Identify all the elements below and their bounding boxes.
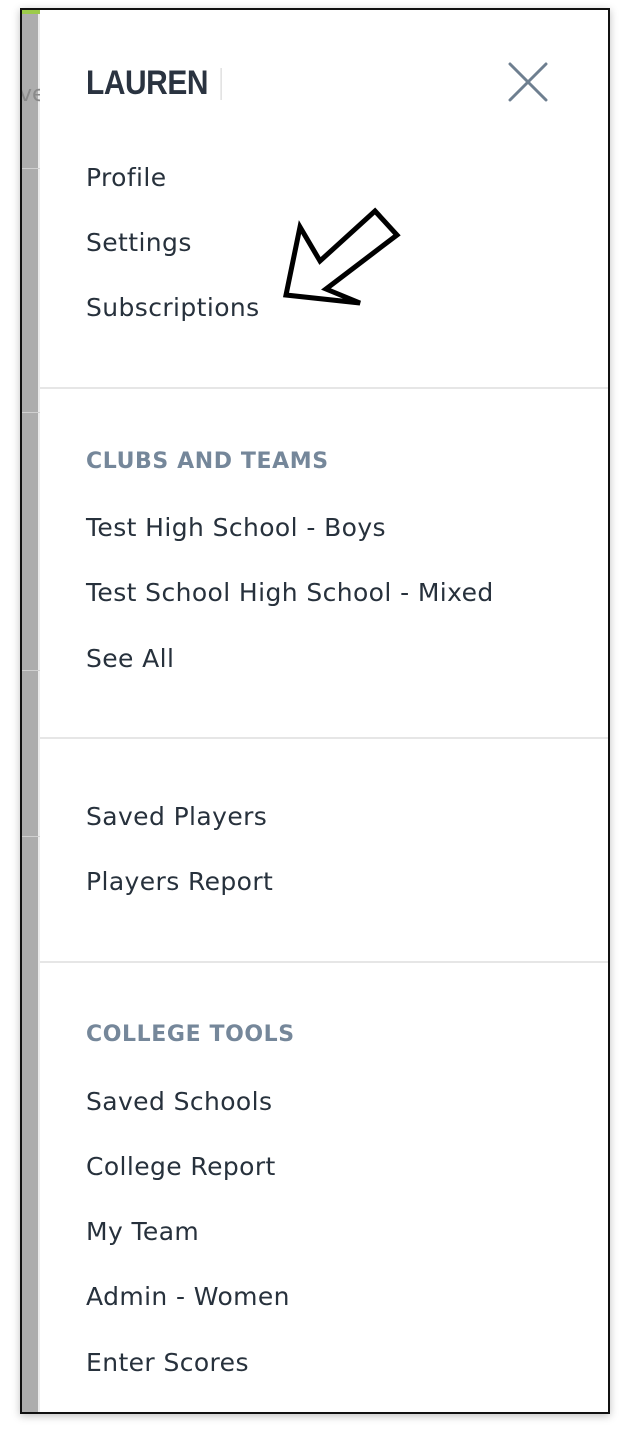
nav-college-report[interactable]: College Report	[86, 1152, 276, 1182]
section-title-clubs: CLUBS AND TEAMS	[86, 449, 329, 474]
nav-my-team[interactable]: My Team	[86, 1217, 199, 1247]
background-scrollbar	[22, 10, 38, 1412]
nav-see-all[interactable]: See All	[86, 644, 174, 674]
nav-saved-players[interactable]: Saved Players	[86, 802, 267, 832]
nav-club-boys[interactable]: Test High School - Boys	[86, 513, 386, 543]
background-divider	[22, 836, 40, 837]
background-accent-bar	[22, 10, 40, 14]
nav-settings[interactable]: Settings	[86, 228, 192, 258]
background-divider	[22, 670, 40, 671]
app-window: ve LAUREN Profile Settings Subscriptions	[20, 8, 610, 1414]
nav-enter-scores[interactable]: Enter Scores	[86, 1348, 249, 1378]
close-button[interactable]	[506, 60, 550, 104]
nav-profile[interactable]: Profile	[86, 163, 167, 193]
navigation-drawer: LAUREN Profile Settings Subscriptions CL…	[40, 10, 608, 1412]
section-divider	[40, 387, 608, 389]
nav-admin-women[interactable]: Admin - Women	[86, 1282, 290, 1312]
background-page: ve	[22, 10, 46, 1412]
section-divider	[40, 961, 608, 963]
drawer-header: LAUREN	[40, 10, 608, 160]
close-icon	[508, 62, 548, 102]
nav-subscriptions[interactable]: Subscriptions	[86, 293, 260, 323]
background-divider	[22, 168, 40, 169]
nav-players-report[interactable]: Players Report	[86, 867, 273, 897]
brand-logo[interactable]: LAUREN	[86, 64, 222, 103]
section-title-college-tools: COLLEGE TOOLS	[86, 1022, 295, 1047]
logo-divider	[220, 67, 222, 100]
nav-saved-schools[interactable]: Saved Schools	[86, 1087, 272, 1117]
pointing-arrow-icon	[282, 207, 401, 310]
section-divider	[40, 737, 608, 739]
background-divider	[22, 412, 40, 413]
brand-name: LAUREN	[86, 64, 209, 102]
nav-club-mixed[interactable]: Test School High School - Mixed	[86, 578, 494, 608]
